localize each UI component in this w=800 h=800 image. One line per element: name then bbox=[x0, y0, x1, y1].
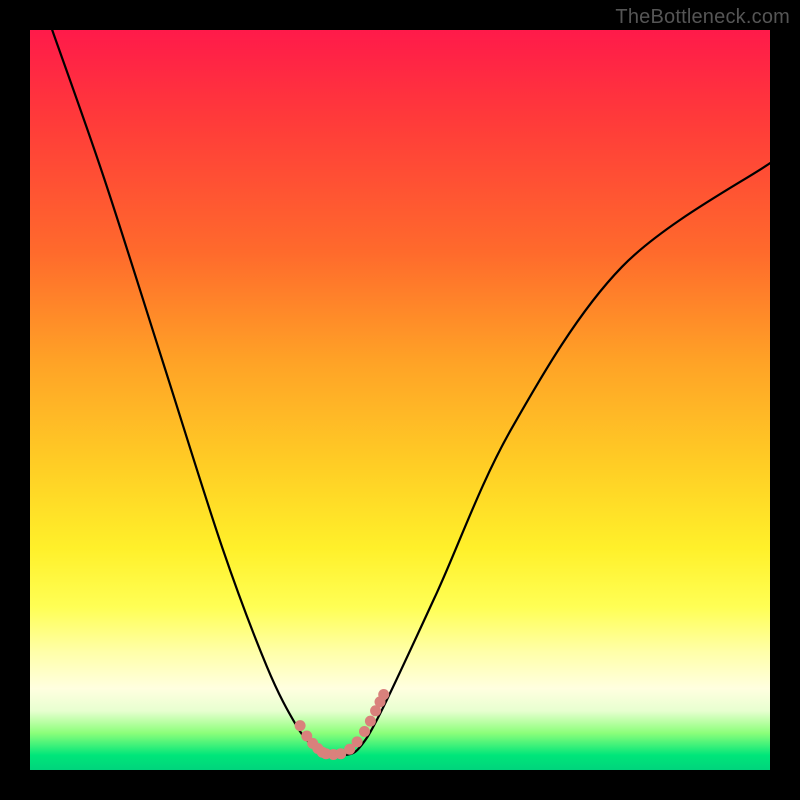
valley-dot bbox=[365, 716, 376, 727]
plot-area bbox=[30, 30, 770, 770]
valley-dot bbox=[378, 689, 389, 700]
valley-dot bbox=[295, 720, 306, 731]
valley-dot bbox=[359, 726, 370, 737]
bottleneck-curve bbox=[52, 30, 770, 756]
chart-frame: TheBottleneck.com bbox=[0, 0, 800, 800]
curve-layer bbox=[30, 30, 770, 770]
valley-dot bbox=[352, 736, 363, 747]
watermark-text: TheBottleneck.com bbox=[615, 6, 790, 29]
